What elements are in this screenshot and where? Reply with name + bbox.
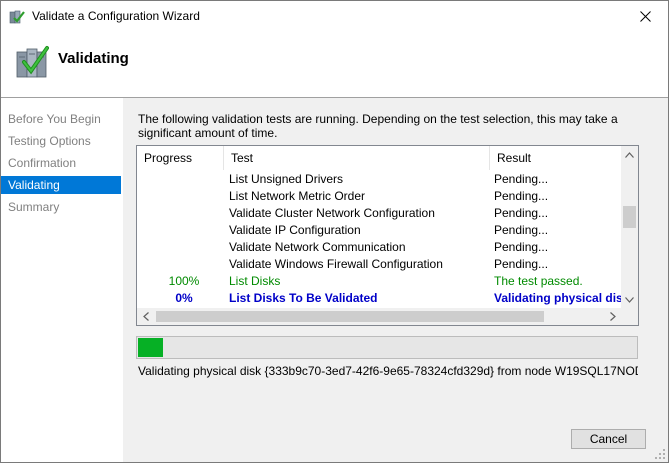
scroll-up-icon[interactable]	[621, 146, 638, 163]
window-title: Validate a Configuration Wizard	[32, 9, 200, 23]
column-header-result[interactable]: Result	[490, 146, 621, 170]
row-test: List Disks To Be Validated	[229, 291, 378, 305]
row-progress: 100%	[168, 274, 200, 288]
table-row[interactable]: 100% List Disks The test passed.	[137, 273, 621, 290]
validation-tests-list[interactable]: Progress Test Result List Unsigned Drive…	[136, 145, 639, 326]
intro-text: The following validation tests are runni…	[138, 112, 618, 140]
table-row[interactable]: Validate IP Configuration Pending...	[137, 222, 621, 239]
nav-item-before-you-begin[interactable]: Before You Begin	[1, 110, 121, 128]
row-test: List Disks	[229, 274, 281, 288]
vertical-scrollbar[interactable]	[621, 146, 638, 308]
table-row[interactable]: List Unsigned Drivers Pending...	[137, 171, 621, 188]
scroll-right-icon[interactable]	[604, 308, 621, 325]
nav-item-confirmation[interactable]: Confirmation	[1, 154, 121, 172]
resize-grip-icon[interactable]	[654, 448, 666, 460]
nav-item-validating[interactable]: Validating	[1, 176, 121, 194]
close-button[interactable]	[622, 1, 668, 32]
horizontal-scroll-thumb[interactable]	[156, 311, 544, 322]
close-icon	[639, 11, 651, 22]
main-panel: The following validation tests are runni…	[123, 98, 668, 416]
table-row[interactable]: Validate Windows Firewall Configuration …	[137, 256, 621, 273]
page-title: Validating	[58, 50, 129, 67]
row-result: Pending...	[494, 240, 549, 254]
nav-item-summary[interactable]: Summary	[1, 198, 121, 216]
cluster-app-icon	[9, 9, 25, 25]
row-test: Validate Windows Firewall Configuration	[229, 257, 443, 271]
column-header-progress[interactable]: Progress	[137, 146, 224, 170]
cancel-button[interactable]: Cancel	[571, 429, 646, 449]
row-test: Validate IP Configuration	[229, 223, 361, 237]
row-test: List Network Metric Order	[229, 189, 366, 203]
table-row[interactable]: 0% List Disks To Be Validated Validating…	[137, 290, 621, 307]
row-test: List Unsigned Drivers	[229, 172, 344, 186]
title-bar[interactable]: Validate a Configuration Wizard	[1, 1, 668, 32]
vertical-scroll-thumb[interactable]	[623, 206, 636, 228]
scrollbar-corner	[621, 308, 638, 325]
row-test: Validate Network Communication	[229, 240, 406, 254]
row-test: Validate Cluster Network Configuration	[229, 206, 435, 220]
column-header-test[interactable]: Test	[224, 146, 490, 170]
row-result: Validating physical dis	[494, 291, 621, 305]
button-bar: Cancel	[123, 416, 668, 462]
wizard-header: Validating	[1, 32, 668, 96]
row-result: Pending...	[494, 189, 549, 203]
row-result: Pending...	[494, 223, 549, 237]
table-row[interactable]: Validate Cluster Network Configuration P…	[137, 205, 621, 222]
row-result: Pending...	[494, 257, 549, 271]
overall-progress-bar	[136, 336, 638, 359]
scroll-down-icon[interactable]	[621, 291, 638, 308]
wizard-step-nav: Before You Begin Testing Options Confirm…	[1, 98, 123, 462]
scroll-left-icon[interactable]	[137, 308, 154, 325]
status-text: Validating physical disk {333b9c70-3ed7-…	[138, 364, 638, 378]
progress-bar-fill	[138, 338, 163, 357]
row-result: Pending...	[494, 172, 549, 186]
cluster-validate-icon	[15, 44, 49, 80]
nav-item-testing-options[interactable]: Testing Options	[1, 132, 121, 150]
table-row[interactable]: Validate Network Communication Pending..…	[137, 239, 621, 256]
wizard-window: Validate a Configuration Wizard Validati…	[0, 0, 669, 463]
list-rows: List Unsigned Drivers Pending... List Ne…	[137, 170, 621, 308]
row-progress: 0%	[175, 291, 193, 305]
row-result: The test passed.	[494, 274, 583, 288]
horizontal-scrollbar[interactable]	[137, 308, 621, 325]
table-row[interactable]: List Network Metric Order Pending...	[137, 188, 621, 205]
row-result: Pending...	[494, 206, 549, 220]
